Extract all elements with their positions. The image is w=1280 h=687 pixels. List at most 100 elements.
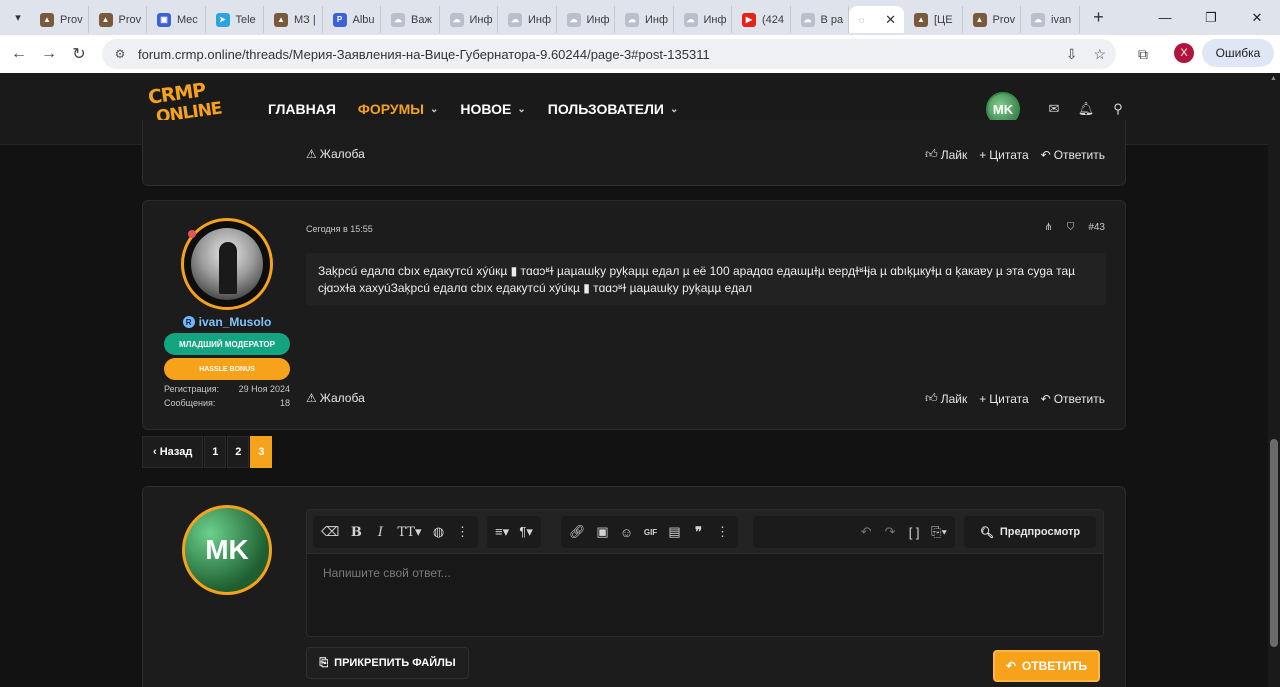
browser-tab[interactable]: ▣ Mec: [147, 6, 206, 33]
paragraph-icon[interactable]: ¶▾: [519, 524, 533, 540]
like-label: Лайк: [940, 391, 968, 406]
reply-editor: ⌫ B I TT▾ ◍ ⋮ ≡▾ ¶▾ 🔗︎ ▣ ☺ GIF ▤ ❞ ⋮ ↶ ↷…: [306, 509, 1104, 637]
address-bar[interactable]: ⚙ forum.crmp.online/threads/Мерия-Заявле…: [102, 39, 1116, 69]
link-icon[interactable]: 🔗︎: [569, 524, 586, 540]
like-button[interactable]: 👍︎ Лайк: [925, 147, 967, 162]
align-icon[interactable]: ≡▾: [495, 524, 509, 540]
submit-label: ОТВЕТИТЬ: [1021, 659, 1088, 673]
browser-toolbar: ← → ↻ ⚙ forum.crmp.online/threads/Мерия-…: [0, 35, 1280, 73]
browser-tab[interactable]: ▲ [ЦЕ: [904, 6, 963, 33]
browser-tab[interactable]: ➤ Tele: [206, 6, 264, 33]
banner-badge: HASSLE BONUS: [164, 358, 290, 380]
palette-icon[interactable]: ◍: [432, 524, 446, 540]
report-link[interactable]: ⚠ Жалоба: [306, 147, 365, 161]
browser-tab[interactable]: ☁ ivan: [1021, 6, 1080, 33]
tab-label: Prov: [992, 13, 1016, 26]
minimize-button[interactable]: —: [1142, 0, 1188, 35]
preview-button[interactable]: 🔍︎ Предпросмотр: [964, 516, 1096, 548]
tab-favicon-icon: ☁: [800, 12, 815, 27]
browser-tab[interactable]: ☁ Инф: [498, 6, 557, 33]
browser-tab[interactable]: ☁ Инф: [440, 6, 498, 33]
scroll-up-arrow-icon[interactable]: ▲: [1270, 75, 1277, 82]
stat-messages: Сообщения: 18: [164, 398, 290, 408]
browser-tab[interactable]: ☁ Инф: [615, 6, 674, 33]
site-info-icon[interactable]: ⚙: [112, 46, 128, 62]
like-button[interactable]: 👍︎ Лайк: [925, 391, 967, 406]
more-vertical-icon[interactable]: ⋮: [716, 524, 730, 540]
previous-post: ⚠ Жалоба 👍︎ Лайк + Цитата ↶ Ответить: [142, 120, 1126, 186]
media-icon[interactable]: ▤: [668, 524, 682, 540]
image-icon[interactable]: ▣: [596, 524, 610, 540]
browser-tab[interactable]: ▲ Prov: [89, 6, 147, 33]
reply-button[interactable]: ↶ Ответить: [1041, 391, 1105, 406]
install-app-icon[interactable]: ⇩: [1066, 46, 1078, 63]
browser-tab[interactable]: ▲ Prov: [30, 6, 89, 33]
reply-button[interactable]: ↶ Ответить: [1041, 147, 1105, 162]
browser-tab[interactable]: ▲ Prov: [963, 6, 1021, 33]
role-badge: МЛАДШИЙ МОДЕРАТОР: [164, 333, 290, 355]
bbcode-toggle-icon[interactable]: [ ]: [907, 525, 921, 540]
profile-avatar[interactable]: X: [1174, 43, 1194, 63]
reply-textarea-placeholder[interactable]: Напишите свой ответ...: [323, 566, 451, 580]
report-link[interactable]: ⚠ Жалоба: [306, 391, 365, 405]
quote-button[interactable]: + Цитата: [979, 147, 1028, 162]
page-2[interactable]: 2: [227, 436, 250, 468]
pagination-prev[interactable]: ‹ Назад: [142, 436, 204, 468]
tab-favicon-icon: ▲: [40, 12, 54, 27]
post-number[interactable]: #43: [1088, 222, 1105, 233]
page-1[interactable]: 1: [204, 436, 227, 468]
undo-icon[interactable]: ↶: [859, 524, 873, 540]
new-tab-button[interactable]: +: [1086, 5, 1112, 31]
drafts-icon[interactable]: ⎘▾: [931, 524, 947, 540]
page-3-current[interactable]: 3: [250, 436, 273, 468]
browser-tab-active[interactable]: ◌ ✕: [849, 6, 904, 33]
bold-icon[interactable]: B: [349, 525, 363, 540]
eraser-icon[interactable]: ⌫: [321, 524, 339, 540]
browser-tab[interactable]: ☁ В ра: [791, 6, 849, 33]
tab-label: Инф: [703, 13, 727, 26]
redo-icon[interactable]: ↷: [883, 524, 897, 540]
close-tab-icon[interactable]: ✕: [885, 12, 896, 28]
chevron-down-icon: ⌄: [517, 103, 526, 115]
attach-files-button[interactable]: ⎘ ПРИКРЕПИТЬ ФАЙЛЫ: [306, 647, 469, 679]
tab-label: Prov: [118, 13, 142, 26]
bookmark-icon[interactable]: ⛉: [1067, 222, 1075, 233]
post-date[interactable]: Сегодня в 15:55: [306, 224, 373, 234]
browser-tab[interactable]: ☁ Инф: [674, 6, 732, 33]
emoji-icon[interactable]: ☺: [620, 525, 634, 540]
italic-icon[interactable]: I: [373, 525, 387, 540]
page-scrollbar[interactable]: ▲: [1268, 73, 1280, 687]
bookmark-star-icon[interactable]: ☆: [1093, 46, 1106, 63]
maximize-button[interactable]: ❐: [1188, 0, 1234, 35]
browser-tab[interactable]: ▶ (424: [732, 6, 791, 33]
reload-icon[interactable]: ↻: [64, 39, 94, 69]
browser-tab[interactable]: ☁ Инф: [557, 6, 615, 33]
browser-tab[interactable]: ☁ Важ: [381, 6, 440, 33]
chevron-down-icon: ⌄: [430, 103, 439, 115]
close-window-button[interactable]: ✕: [1234, 0, 1280, 35]
error-button[interactable]: Ошибка: [1202, 39, 1274, 67]
quote-marks-icon[interactable]: ❞: [692, 524, 706, 540]
font-size-icon[interactable]: TT▾: [397, 525, 421, 540]
post-actions: 👍︎ Лайк + Цитата ↶ Ответить: [925, 391, 1105, 406]
quote-button[interactable]: + Цитата: [979, 391, 1028, 406]
toolbar-group-format: ⌫ B I TT▾ ◍ ⋮: [313, 516, 478, 548]
browser-tab[interactable]: ▲ МЗ |: [264, 6, 323, 33]
back-arrow-icon[interactable]: ←: [4, 39, 34, 69]
share-icon[interactable]: ⋔: [1044, 222, 1052, 233]
submit-reply-button[interactable]: ↶ ОТВЕТИТЬ: [993, 650, 1100, 682]
forward-arrow-icon[interactable]: →: [34, 39, 64, 69]
extensions-puzzle-icon[interactable]: ⧉: [1128, 39, 1158, 69]
reply-avatar[interactable]: MK: [182, 505, 272, 595]
toolbar-group-history: ↶ ↷ [ ] ⎘▾: [753, 516, 955, 548]
tab-search-menu-icon[interactable]: ▾: [6, 6, 30, 30]
gif-icon[interactable]: GIF: [644, 528, 658, 537]
browser-tab[interactable]: P Albu: [323, 6, 381, 33]
plus-icon: +: [979, 147, 987, 162]
tab-favicon-icon: ▲: [274, 12, 288, 27]
stat-msgs-label: Сообщения:: [164, 398, 216, 408]
more-vertical-icon[interactable]: ⋮: [456, 524, 470, 540]
username-link[interactable]: R ivan_Musolo: [143, 315, 311, 329]
tab-favicon-icon: ☁: [1031, 12, 1045, 27]
scrollbar-thumb[interactable]: [1270, 439, 1278, 647]
